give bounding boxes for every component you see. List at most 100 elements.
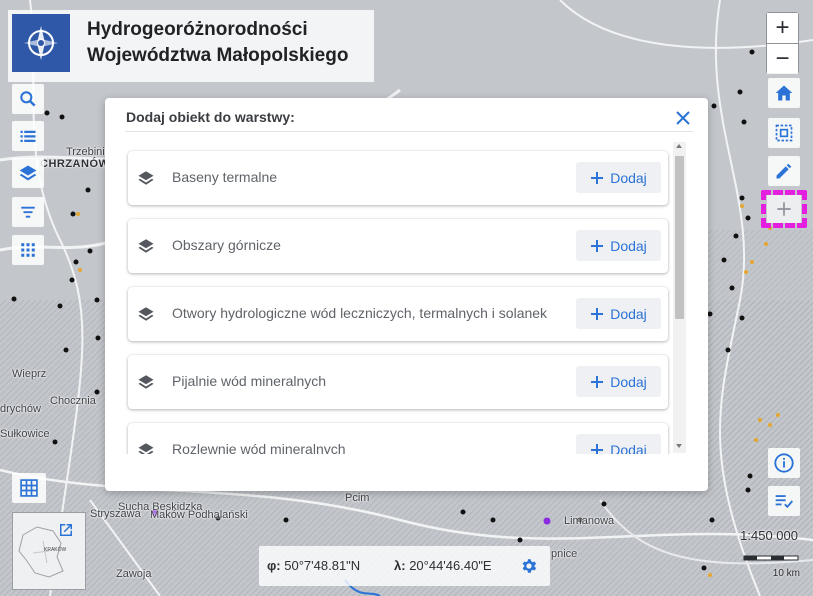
- zoom-in-button[interactable]: +: [767, 13, 798, 43]
- add-to-layer-button[interactable]: Dodaj: [576, 162, 661, 193]
- plus-icon: [591, 443, 604, 454]
- dialog-close-button[interactable]: [672, 107, 694, 129]
- info-button[interactable]: [768, 448, 800, 478]
- layer-card: Obszary górnicze Dodaj: [128, 219, 668, 273]
- map-label-limanowa: Limanowa: [564, 515, 615, 527]
- basemap-button[interactable]: [12, 473, 46, 503]
- search-icon: [20, 91, 36, 107]
- add-button-label: Dodaj: [610, 169, 647, 186]
- layer-label: Rozlewnie wód mineralnych: [172, 441, 346, 454]
- layer-card: Rozlewnie wód mineralnych Dodaj: [128, 423, 668, 454]
- layers-icon: [138, 307, 154, 321]
- checklist-button[interactable]: [768, 486, 800, 516]
- scroll-down-arrow[interactable]: [676, 444, 682, 448]
- app-title: Hydrogeoróżnorodności Województwa Małopo…: [87, 17, 372, 69]
- minimap-label: KRAKÓW: [44, 547, 67, 553]
- add-button-label: Dodaj: [610, 305, 647, 322]
- map-scale: 1:450 000 10 km: [716, 528, 806, 588]
- layer-card: Otwory hydrologiczne wód leczniczych, te…: [128, 287, 668, 341]
- add-button-label: Dodaj: [610, 441, 647, 455]
- coordinates-bar: φ: 50°7'48.81"N λ: 20°44'46.40"E: [259, 546, 550, 586]
- layer-card: Pijalnie wód mineralnych Dodaj: [128, 355, 668, 409]
- add-button-label: Dodaj: [610, 237, 647, 254]
- plus-icon: [591, 171, 604, 184]
- layers-icon: [138, 171, 154, 185]
- longitude-readout: λ: 20°44'46.40"E: [394, 558, 492, 573]
- latitude-value: 50°7'48.81"N: [284, 558, 361, 573]
- layers-icon: [19, 165, 37, 181]
- list-icon: [20, 130, 36, 142]
- plus-icon: [591, 375, 604, 388]
- home-icon: [775, 85, 793, 101]
- layers-icon: [138, 443, 154, 454]
- dialog-scrollbar[interactable]: [673, 142, 686, 453]
- app-title-line1: Hydrogeoróżnorodności: [87, 19, 308, 40]
- dialog-title: Dodaj obiekt do warstwy:: [126, 109, 295, 125]
- layer-label: Pijalnie wód mineralnych: [172, 373, 327, 389]
- add-to-layer-button[interactable]: Dodaj: [576, 434, 661, 454]
- map-label-jedrychow: drychów: [0, 403, 41, 415]
- select-area-icon: [775, 124, 793, 142]
- gear-icon: [522, 559, 537, 573]
- checklist-icon: [775, 495, 794, 509]
- edit-button[interactable]: [768, 156, 800, 186]
- add-object-dialog: Dodaj obiekt do warstwy: Baseny termalne…: [105, 98, 708, 491]
- layers-icon: [138, 239, 154, 253]
- map-label-wieprz: Wieprz: [12, 368, 47, 380]
- latitude-symbol: φ:: [267, 558, 281, 573]
- add-object-icon: [777, 202, 791, 216]
- app-title-line2: Województwa Małopolskiego: [87, 45, 349, 66]
- plus-icon: [591, 307, 604, 320]
- layers-button[interactable]: [12, 158, 44, 188]
- overview-minimap[interactable]: KRAKÓW: [12, 512, 86, 590]
- filter-icon: [21, 206, 35, 218]
- edit-pencil-icon: [776, 163, 792, 179]
- layer-card: Baseny termalne Dodaj: [128, 151, 668, 205]
- zoom-control: + −: [766, 12, 799, 74]
- legend-button[interactable]: [12, 121, 44, 151]
- add-to-layer-button[interactable]: Dodaj: [576, 366, 661, 397]
- dialog-divider: [125, 131, 693, 132]
- scroll-thumb[interactable]: [675, 156, 684, 319]
- layer-label: Obszary górnicze: [172, 237, 281, 253]
- add-object-button[interactable]: [761, 190, 807, 228]
- map-label-chrzanow: CHRZANÓW: [40, 158, 110, 170]
- map-label-zawoja: Zawoja: [116, 568, 152, 580]
- add-to-layer-button[interactable]: Dodaj: [576, 298, 661, 329]
- home-button[interactable]: [768, 78, 800, 108]
- select-area-button[interactable]: [768, 118, 800, 148]
- info-icon: [774, 453, 794, 473]
- add-to-layer-button[interactable]: Dodaj: [576, 230, 661, 261]
- search-button[interactable]: [12, 84, 44, 114]
- add-button-label: Dodaj: [610, 373, 647, 390]
- apps-grid-icon: [21, 243, 35, 257]
- open-minimap-button[interactable]: [57, 521, 77, 541]
- map-label-sulkowice: Sułkowice: [0, 428, 50, 440]
- map-label-stryszawa: Stryszawa: [90, 508, 141, 520]
- compass-logo-icon[interactable]: [12, 14, 70, 72]
- scale-ratio: 1:450 000: [740, 528, 798, 543]
- zoom-out-button[interactable]: −: [767, 44, 798, 74]
- coordinates-settings-button[interactable]: [517, 554, 541, 578]
- close-icon: [676, 111, 690, 125]
- longitude-symbol: λ:: [394, 558, 406, 573]
- latitude-readout: φ: 50°7'48.81"N: [267, 558, 360, 573]
- map-label-mszana: pnice: [551, 548, 578, 560]
- map-label-pcim: Pcim: [345, 492, 370, 504]
- layer-list[interactable]: Baseny termalne Dodaj Obszary górnicze D…: [125, 142, 690, 454]
- layers-icon: [138, 375, 154, 389]
- plus-icon: [591, 239, 604, 252]
- tools-button[interactable]: [12, 235, 44, 265]
- scroll-up-arrow[interactable]: [676, 144, 682, 148]
- map-label-chocznia: Chocznia: [50, 395, 96, 407]
- app-header: Hydrogeoróżnorodności Województwa Małopo…: [8, 10, 374, 82]
- map-label-makow: Maków Podhalański: [150, 509, 248, 521]
- layer-label: Otwory hydrologiczne wód leczniczych, te…: [172, 305, 548, 321]
- grid-basemap-icon: [20, 479, 38, 497]
- longitude-value: 20°44'46.40"E: [409, 558, 492, 573]
- open-external-icon: [60, 524, 72, 536]
- scale-bar: [743, 555, 799, 561]
- map-label-trzebinia: Trzebini: [66, 146, 105, 158]
- scale-unit: 10 km: [772, 568, 800, 579]
- filter-button[interactable]: [12, 197, 44, 227]
